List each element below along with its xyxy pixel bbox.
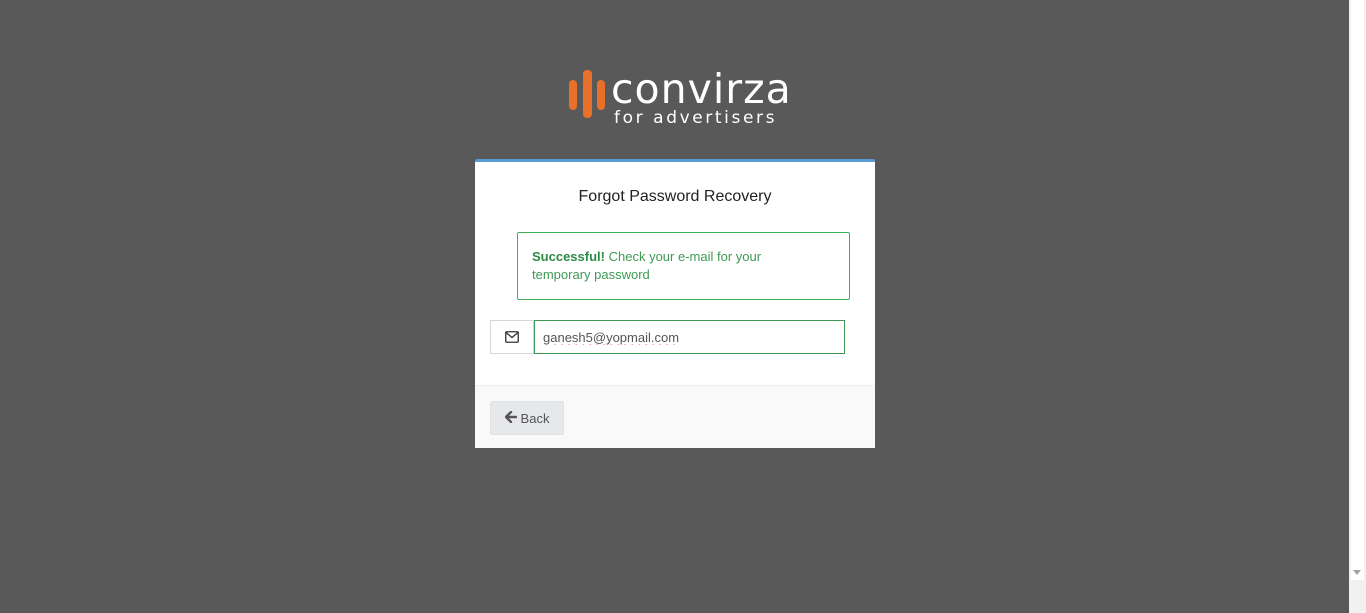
card-footer: Back (475, 385, 875, 448)
logo-bars-icon (569, 70, 607, 120)
email-input-group (490, 320, 845, 354)
arrow-left-icon (504, 410, 517, 426)
back-button-label: Back (520, 410, 550, 426)
scrollbar-thumb[interactable] (1351, 0, 1364, 580)
logo-tagline: for advertisers (614, 108, 778, 128)
scroll-down-arrow-icon[interactable] (1353, 570, 1361, 575)
convirza-logo: convirza for advertisers (569, 65, 791, 130)
vertical-scrollbar[interactable] (1349, 0, 1366, 613)
page: convirza for advertisers Forgot Password… (0, 0, 1349, 613)
forgot-password-card: Forgot Password Recovery Successful! Che… (475, 159, 875, 448)
alert-strong: Successful! (532, 249, 605, 264)
card-title: Forgot Password Recovery (578, 188, 772, 205)
envelope-icon (490, 320, 534, 354)
logo-wordmark: convirza (611, 65, 792, 113)
email-field[interactable] (534, 320, 845, 354)
back-button[interactable]: Back (490, 401, 564, 435)
success-alert: Successful! Check your e-mail for your t… (517, 232, 850, 300)
